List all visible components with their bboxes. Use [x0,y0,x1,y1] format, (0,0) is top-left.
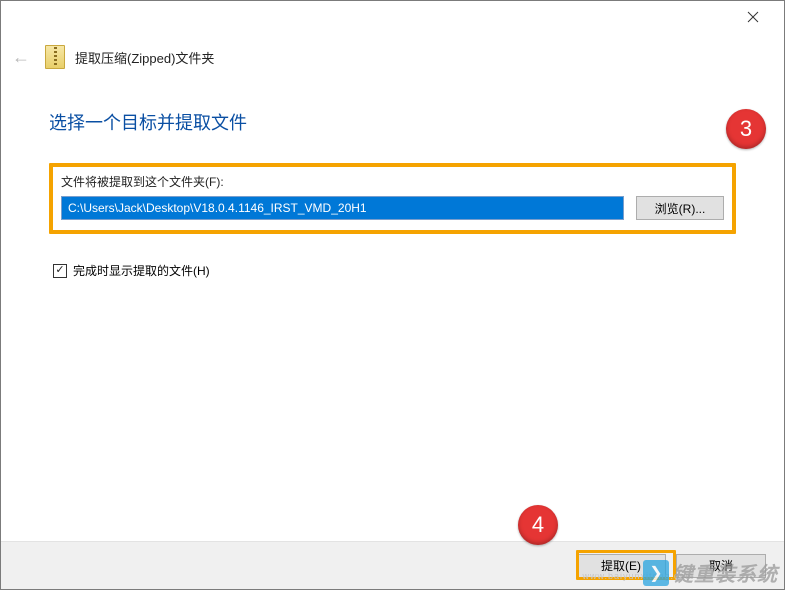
back-arrow-icon: ← [12,47,30,68]
cancel-button[interactable]: 取消 [676,554,766,578]
browse-button[interactable]: 浏览(R)... [636,196,724,220]
content-area: 选择一个目标并提取文件 文件将被提取到这个文件夹(F): 浏览(R)... 完成… [1,81,784,541]
close-icon [747,11,759,23]
back-button[interactable]: ← [7,43,35,71]
destination-row: 浏览(R)... [61,196,724,220]
wizard-header: ← 提取压缩(Zipped)文件夹 [1,33,784,81]
destination-group-highlight: 文件将被提取到这个文件夹(F): 浏览(R)... [49,163,736,234]
destination-path-input[interactable] [61,196,624,220]
close-button[interactable] [732,5,774,29]
destination-label: 文件将被提取到这个文件夹(F): [61,173,724,190]
show-files-label: 完成时显示提取的文件(H) [73,262,210,279]
wizard-title: 提取压缩(Zipped)文件夹 [75,48,214,67]
titlebar [1,1,784,33]
show-files-checkbox[interactable] [53,264,67,278]
zip-folder-icon [45,45,65,69]
footer-bar: 提取(E) 取消 [1,541,784,589]
annotation-badge-3: 3 [726,109,766,149]
page-heading: 选择一个目标并提取文件 [49,109,736,135]
show-files-row: 完成时显示提取的文件(H) [49,262,736,279]
extract-button[interactable]: 提取(E) [576,554,666,578]
annotation-badge-4: 4 [518,505,558,545]
